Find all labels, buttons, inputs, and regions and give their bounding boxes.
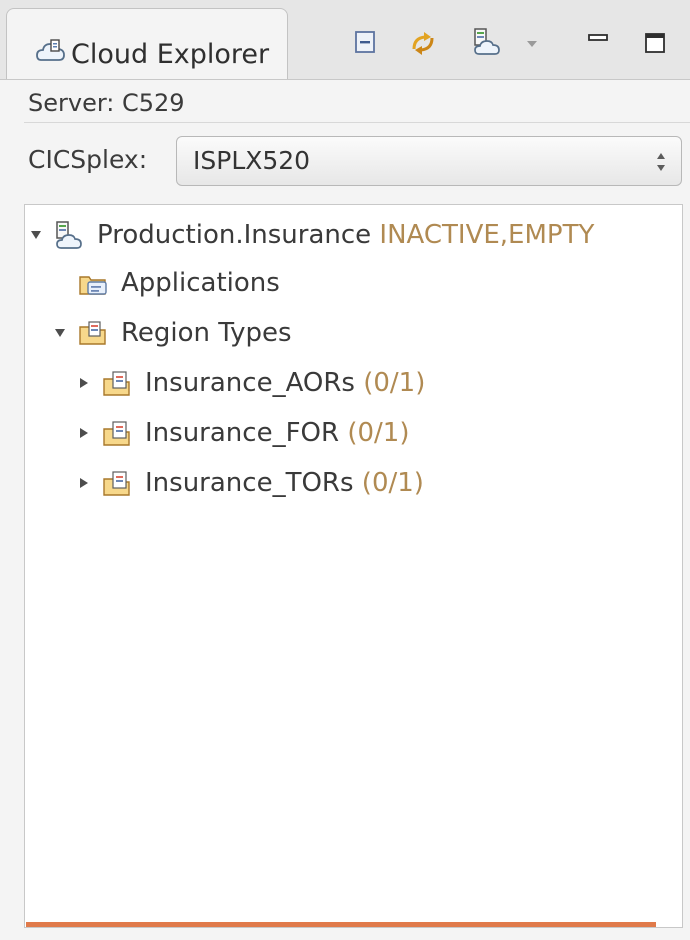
tree-item-label: Insurance_AORs	[145, 368, 355, 398]
tree-item-production-insurance[interactable]: Production.Insurance INACTIVE,EMPTY	[25, 215, 682, 255]
tab-cloud-explorer[interactable]: Cloud Explorer	[6, 8, 288, 80]
view-tab-strip: Cloud Explorer	[0, 0, 690, 80]
status-text: INACTIVE,EMPTY	[379, 220, 595, 250]
expanded-arrow-icon[interactable]	[53, 325, 67, 339]
region-count: (0/1)	[361, 468, 424, 498]
tree-item-label: Applications	[121, 268, 280, 298]
tree-item-label: Region Types	[121, 318, 292, 348]
tree-item-label: Insurance_FOR	[145, 418, 340, 448]
region-count: (0/1)	[347, 418, 410, 448]
tree-item-insurance-tors[interactable]: Insurance_TORs (0/1)	[25, 463, 682, 503]
tree-item-region-types[interactable]: Region Types	[25, 313, 682, 353]
tree-item-label: Production.Insurance	[97, 220, 372, 250]
region-type-icon	[101, 417, 135, 451]
minimize-icon[interactable]	[582, 26, 616, 60]
expanded-arrow-icon[interactable]	[29, 227, 43, 241]
region-types-folder-icon	[77, 317, 111, 351]
separator	[24, 122, 690, 123]
cicsplex-cloud-icon	[51, 219, 85, 253]
tab-label: Cloud Explorer	[71, 39, 270, 70]
collapse-all-icon[interactable]	[349, 26, 383, 60]
cicsplex-label: CICSplex:	[28, 145, 148, 174]
cloud-explorer-icon	[33, 35, 69, 71]
region-type-icon	[101, 367, 135, 401]
tree-item-insurance-for[interactable]: Insurance_FOR (0/1)	[25, 413, 682, 453]
refresh-icon[interactable]	[406, 26, 440, 60]
collapsed-arrow-icon[interactable]	[77, 375, 91, 389]
cicsplex-select[interactable]: ISPLX520	[176, 136, 682, 186]
tree-item-applications[interactable]: Applications	[25, 263, 682, 303]
tree-item-label: Insurance_TORs	[145, 468, 354, 498]
collapsed-arrow-icon[interactable]	[77, 425, 91, 439]
progress-bar	[26, 922, 656, 927]
applications-folder-icon	[77, 267, 111, 301]
view-menu-dropdown-icon[interactable]	[522, 26, 542, 60]
select-arrows-icon	[653, 145, 669, 179]
tree-item-insurance-aors[interactable]: Insurance_AORs (0/1)	[25, 363, 682, 403]
cicsplex-select-value: ISPLX520	[193, 146, 311, 175]
maximize-icon[interactable]	[638, 26, 672, 60]
resource-tree[interactable]: Production.Insurance INACTIVE,EMPTY Appl…	[24, 204, 683, 928]
collapsed-arrow-icon[interactable]	[77, 475, 91, 489]
region-count: (0/1)	[363, 368, 426, 398]
region-type-icon	[101, 467, 135, 501]
server-label: Server: C529	[28, 89, 185, 117]
cloud-explorer-icon[interactable]	[470, 26, 504, 60]
